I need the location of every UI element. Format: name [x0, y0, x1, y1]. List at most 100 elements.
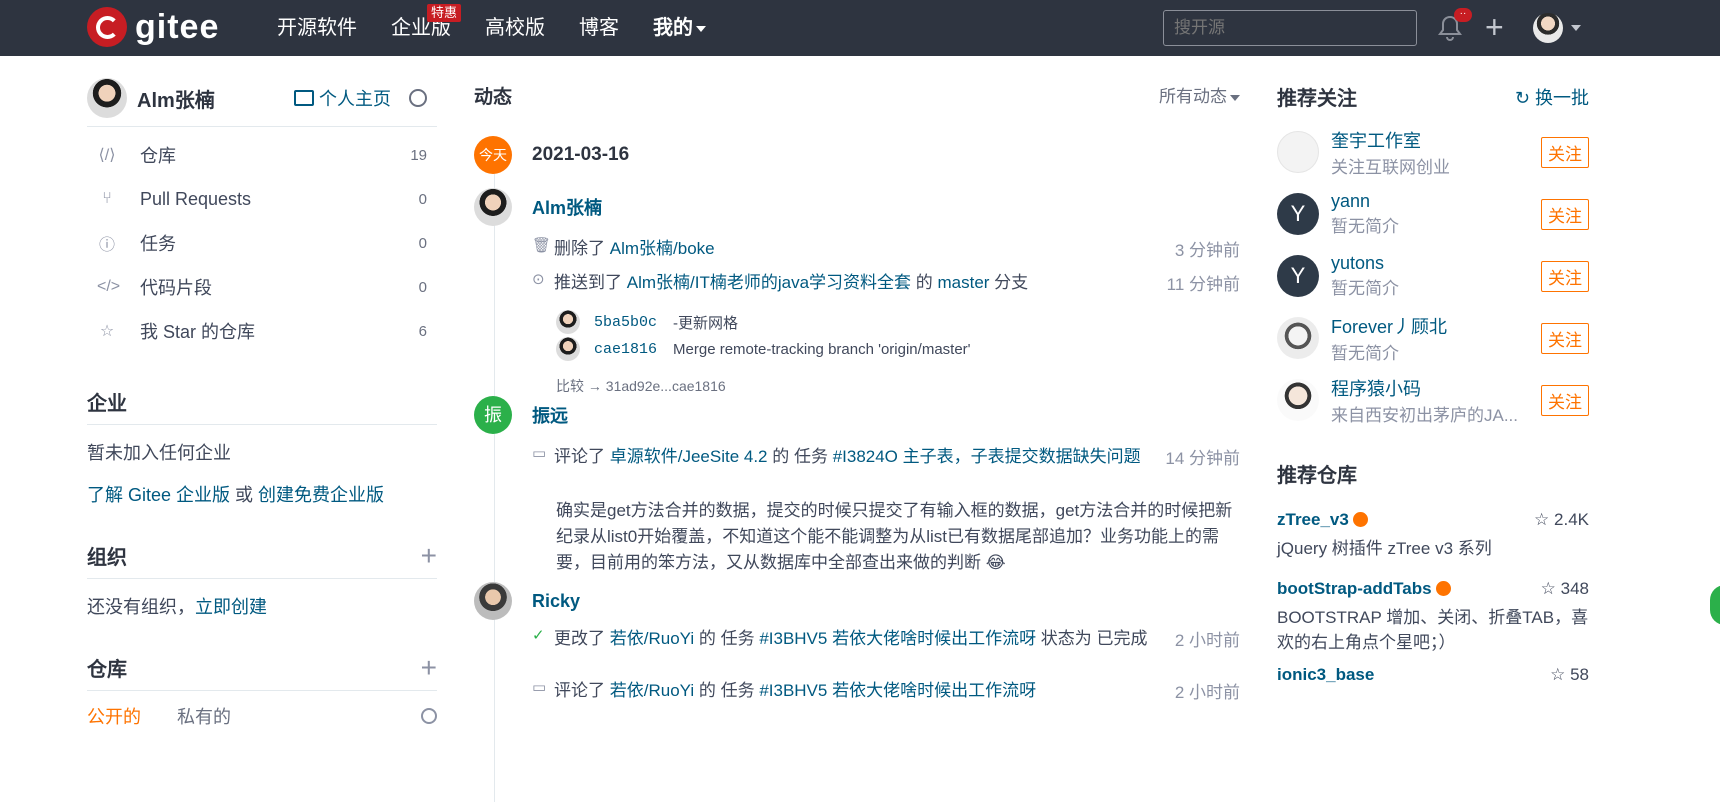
sidebar-item-starred[interactable]: ☆ 我 Star 的仓库 6	[87, 309, 437, 353]
issue-link[interactable]: #I3BHV5 若依大佬啥时候出工作流呀	[759, 681, 1036, 700]
promo-badge: 特惠	[426, 4, 461, 22]
right-sidebar: 推荐关注 ↻ 换一批 奎宇工作室 关注互联网创业 关注 Y yann 暂无简介 关注…	[1277, 82, 1589, 685]
nav-enterprise[interactable]: 企业版 特惠	[391, 4, 461, 40]
timestamp: 2 小时前	[1174, 631, 1240, 650]
follow-button[interactable]: 关注	[1541, 322, 1589, 354]
star-icon: ☆	[99, 323, 115, 340]
commit-sha-link[interactable]: cae1816	[594, 341, 657, 358]
add-repo-plus-icon[interactable]: +	[421, 653, 437, 681]
avatar[interactable]	[1277, 131, 1319, 173]
floating-help-button[interactable]	[1710, 585, 1720, 625]
repo-link[interactable]: Alm张楠/boke	[610, 239, 715, 258]
avatar[interactable]: Y	[1277, 193, 1319, 235]
code-icon: </>	[97, 278, 121, 295]
repo-link[interactable]: 卓源软件/JeeSite 4.2	[610, 447, 768, 466]
create-plus-icon[interactable]: +	[1485, 11, 1504, 43]
compare-link[interactable]: 比较 → 31ad92e...cae1816	[556, 376, 726, 396]
feed-filter-dropdown[interactable]: 所有动态	[1159, 82, 1240, 109]
chevron-down-icon[interactable]	[1571, 25, 1581, 31]
username[interactable]: Alm张楠	[137, 84, 215, 113]
user-name-link[interactable]: Forever丿顾北	[1331, 313, 1541, 339]
enterprise-section-title: 企业	[87, 387, 437, 425]
repo-tabs: 公开的 私有的	[87, 703, 437, 729]
create-enterprise-link[interactable]: 创建免费企业版	[258, 485, 384, 505]
tab-public[interactable]: 公开的	[87, 703, 141, 729]
nav-blog[interactable]: 博客	[579, 16, 619, 40]
date-header: 今天 2021-03-16	[474, 136, 629, 174]
issue-link[interactable]: #I3824O 主子表，子表提交数据缺失问题	[833, 447, 1141, 466]
sidebar-item-snippets[interactable]: </> 代码片段 0	[87, 265, 437, 309]
nav-mine[interactable]: 我的	[653, 16, 706, 40]
gvp-badge-icon	[1352, 512, 1368, 527]
follow-button[interactable]: 关注	[1541, 198, 1589, 230]
repo-name-link[interactable]: zTree_v3	[1277, 510, 1349, 529]
star-count[interactable]: ☆ 58	[1550, 665, 1589, 685]
gear-icon[interactable]	[409, 89, 427, 107]
search-icon[interactable]	[421, 708, 437, 724]
entry-username[interactable]: Ricky	[532, 591, 580, 612]
repo-icon: ⟨/⟩	[98, 147, 116, 164]
recommend-repos-header: 推荐仓库	[1277, 459, 1589, 488]
today-badge: 今天	[474, 136, 512, 174]
user-avatar[interactable]	[1533, 13, 1563, 43]
repo-name-link[interactable]: ionic3_base	[1277, 665, 1374, 685]
repo-link[interactable]: Alm张楠/IT楠老师的java学习资料全套	[627, 273, 911, 292]
comment-icon: ▭	[532, 445, 547, 462]
create-org-link[interactable]: 立即创建	[195, 597, 267, 617]
user-desc: 关注互联网创业	[1331, 157, 1450, 177]
entry-username[interactable]: 振远	[532, 402, 568, 428]
section-title: 推荐关注	[1277, 88, 1357, 110]
gitee-logo-icon	[87, 7, 127, 47]
commit-row: 5ba5b0c -更新网格	[556, 310, 738, 334]
gitee-logo[interactable]: gitee	[87, 7, 219, 47]
list-item: Forever丿顾北 暂无简介 关注	[1277, 307, 1589, 369]
search-input[interactable]	[1163, 10, 1417, 46]
repo-link[interactable]: 若依/RuoYi	[610, 681, 694, 700]
repo-card: bootStrap-addTabs ☆ 348 BOOTSTRAP 增加、关闭、折…	[1277, 579, 1589, 655]
homepage-link[interactable]: 个人主页	[294, 85, 391, 111]
follow-button[interactable]: 关注	[1541, 260, 1589, 292]
avatar[interactable]: Y	[1277, 255, 1319, 297]
sidebar-item-pull-requests[interactable]: ⑂ Pull Requests 0	[87, 177, 437, 221]
user-name-link[interactable]: 奎宇工作室	[1331, 127, 1541, 153]
commit-sha-link[interactable]: 5ba5b0c	[594, 314, 657, 331]
notification-button[interactable]: ··	[1438, 8, 1472, 41]
nav-open-source[interactable]: 开源软件	[277, 16, 357, 40]
follow-button[interactable]: 关注	[1541, 136, 1589, 168]
sidebar-item-repos[interactable]: ⟨/⟩ 仓库 19	[87, 133, 437, 177]
user-name-link[interactable]: yutons	[1331, 253, 1541, 274]
user-name-link[interactable]: yann	[1331, 191, 1541, 212]
user-name-link[interactable]: 程序猿小码	[1331, 375, 1541, 401]
repo-link[interactable]: 若依/RuoYi	[610, 629, 694, 648]
star-count[interactable]: ☆ 2.4K	[1534, 510, 1589, 530]
star-count[interactable]: ☆ 348	[1541, 579, 1589, 599]
learn-enterprise-link[interactable]: 了解 Gitee 企业版	[87, 485, 230, 505]
add-org-plus-icon[interactable]: +	[421, 541, 437, 569]
avatar[interactable]	[87, 78, 127, 118]
id-card-icon	[294, 90, 314, 106]
notification-badge: ··	[1454, 8, 1472, 22]
avatar[interactable]	[1277, 379, 1319, 421]
entry-username[interactable]: Alm张楠	[532, 194, 602, 220]
recommend-users-header: 推荐关注 ↻ 换一批	[1277, 82, 1589, 111]
avatar[interactable]	[474, 582, 512, 620]
avatar[interactable]	[1277, 317, 1319, 359]
tab-private[interactable]: 私有的	[177, 703, 231, 729]
avatar[interactable]: 振	[474, 396, 512, 434]
commit-message: -更新网格	[673, 314, 739, 332]
gvp-badge-icon	[1435, 581, 1451, 596]
nav-education[interactable]: 高校版	[485, 16, 545, 40]
commit-message: Merge remote-tracking branch 'origin/mas…	[673, 340, 971, 358]
issue-link[interactable]: #I3BHV5 若依大佬啥时候出工作流呀	[759, 629, 1036, 648]
avatar	[556, 337, 580, 361]
branch-link[interactable]: master	[937, 273, 989, 292]
check-circle-icon: ✓	[532, 627, 545, 644]
follow-button[interactable]: 关注	[1541, 384, 1589, 416]
refresh-button[interactable]: ↻ 换一批	[1515, 84, 1589, 110]
avatar[interactable]	[474, 188, 512, 226]
repo-name-link[interactable]: bootStrap-addTabs	[1277, 579, 1432, 598]
repo-desc: jQuery 树插件 zTree v3 系列	[1277, 539, 1492, 558]
logo-text: gitee	[135, 8, 220, 46]
repo-desc: BOOTSTRAP 增加、关闭、折叠TAB，喜欢的右上角点个星吧；）	[1277, 608, 1589, 652]
sidebar-item-issues[interactable]: ⓘ 任务 0	[87, 221, 437, 265]
